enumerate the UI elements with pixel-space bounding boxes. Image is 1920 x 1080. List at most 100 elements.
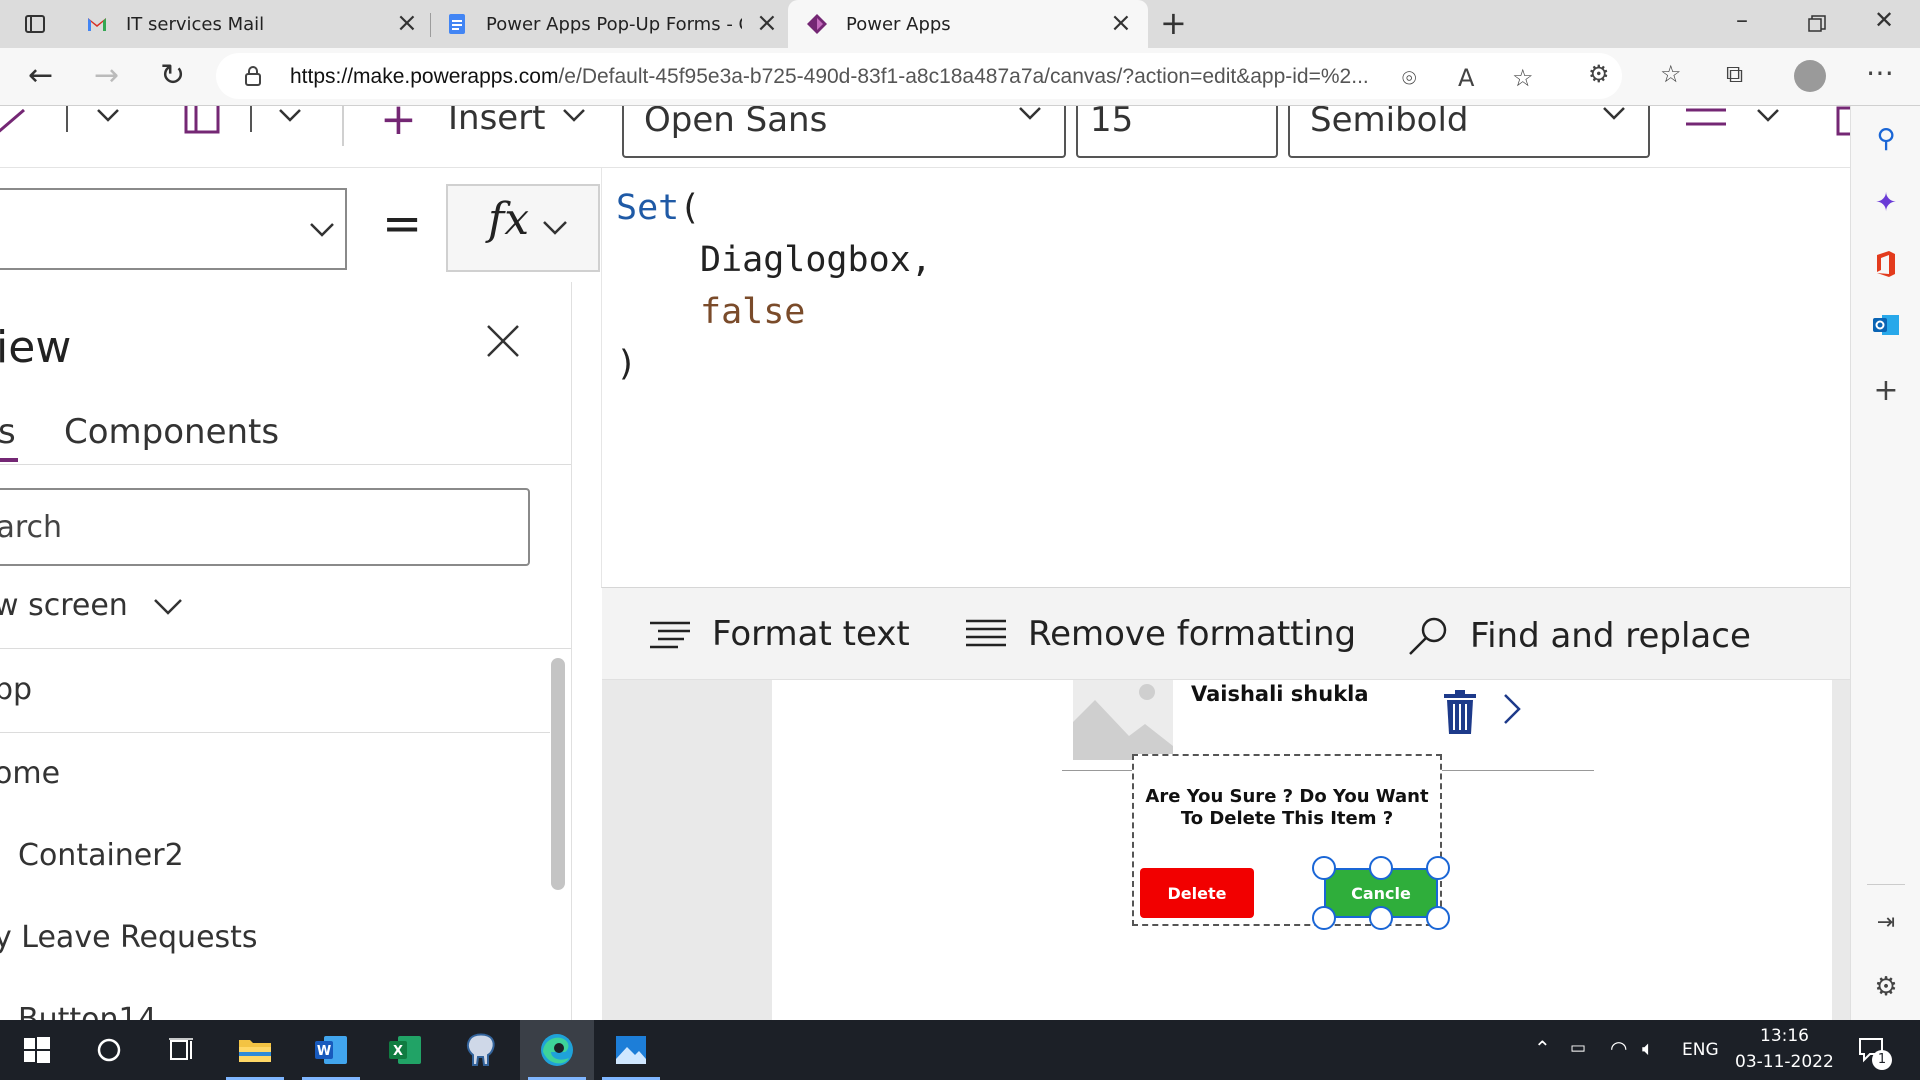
- resize-handle[interactable]: [1312, 906, 1336, 930]
- insert-button[interactable]: Insert: [448, 106, 546, 138]
- font-weight-dropdown[interactable]: Semibold: [1288, 106, 1650, 158]
- start-button[interactable]: [0, 1020, 74, 1080]
- edge-icon: [541, 1034, 573, 1066]
- more-commands-icon[interactable]: [1830, 106, 1850, 136]
- search-icon[interactable]: ⚲: [1871, 124, 1901, 154]
- edge-button[interactable]: [520, 1020, 594, 1080]
- settings-icon[interactable]: ⚙: [1871, 972, 1901, 1002]
- tab-power-apps[interactable]: Power Apps ×: [788, 0, 1148, 48]
- tree-search-input[interactable]: [0, 490, 528, 564]
- file-explorer-button[interactable]: [218, 1020, 292, 1080]
- show-hidden-icons[interactable]: ⌃: [1534, 1036, 1551, 1060]
- font-weight-value: Semibold: [1310, 106, 1469, 140]
- volume-icon[interactable]: 🔈︎: [1642, 1036, 1654, 1060]
- more-icon[interactable]: ⋯: [1866, 56, 1894, 89]
- tree-item-app[interactable]: pp: [0, 672, 32, 707]
- fx-button[interactable]: fx: [446, 184, 600, 272]
- format-text-button[interactable]: Format text: [648, 614, 910, 654]
- item-divider: [0, 732, 550, 733]
- resize-handle[interactable]: [1369, 856, 1393, 880]
- code-line-4: ): [616, 344, 638, 384]
- confirm-dialog[interactable]: Are You Sure ? Do You Want To Delete Thi…: [1132, 754, 1450, 930]
- clock-date[interactable]: 03-11-2022: [1735, 1052, 1834, 1072]
- collections-icon[interactable]: ⧉: [1726, 60, 1743, 88]
- lock-icon[interactable]: [244, 65, 262, 87]
- new-tab-icon[interactable]: +: [1160, 4, 1187, 42]
- chevron-down-icon[interactable]: [278, 108, 302, 122]
- search-button[interactable]: [72, 1020, 146, 1080]
- clock-time[interactable]: 13:16: [1760, 1026, 1809, 1046]
- folder-icon: [239, 1040, 271, 1062]
- tab-google-docs[interactable]: Power Apps Pop-Up Forms - Goo ×: [446, 0, 786, 48]
- find-replace-button[interactable]: Find and replace: [1406, 614, 1751, 658]
- tab-components[interactable]: Components: [64, 412, 279, 452]
- close-icon[interactable]: ×: [1110, 8, 1132, 38]
- back-icon[interactable]: ←: [28, 58, 53, 93]
- extensions-icon[interactable]: ⚙: [1588, 60, 1610, 88]
- task-view-button[interactable]: [144, 1020, 218, 1080]
- hide-sidebar-icon[interactable]: ⇥: [1871, 908, 1901, 938]
- profile-avatar[interactable]: [1794, 60, 1826, 92]
- refresh-icon[interactable]: ↻: [160, 58, 185, 93]
- plus-icon[interactable]: +: [380, 106, 417, 145]
- forward-icon[interactable]: →: [94, 58, 119, 93]
- postgres-button[interactable]: [444, 1020, 518, 1080]
- favorites-icon[interactable]: ☆: [1660, 60, 1682, 88]
- undo-icon[interactable]: [0, 106, 34, 136]
- tab-gmail[interactable]: IT services Mail ×: [86, 0, 426, 48]
- restore-icon[interactable]: [1808, 15, 1826, 33]
- gallery-image[interactable]: [1073, 680, 1173, 760]
- tree-item-container2[interactable]: Container2: [18, 838, 184, 873]
- minimize-icon[interactable]: –: [1736, 6, 1748, 34]
- close-icon[interactable]: ×: [396, 8, 418, 38]
- delete-button[interactable]: Delete: [1140, 868, 1254, 918]
- tree-item-leave-requests[interactable]: y Leave Requests: [0, 920, 258, 955]
- tree-item-home[interactable]: ome: [0, 756, 60, 791]
- outlook-icon[interactable]: [1871, 312, 1901, 342]
- find-replace-label: Find and replace: [1470, 616, 1751, 656]
- battery-icon[interactable]: ▭: [1570, 1038, 1586, 1058]
- chevron-down-icon[interactable]: [562, 108, 586, 122]
- formula-editor[interactable]: Set( Diaglogbox, false ): [601, 168, 1850, 588]
- formula-format-toolbar: Format text Remove formatting Find and r…: [602, 588, 1850, 680]
- url-field[interactable]: https://make.powerapps.com/e/Default-45f…: [216, 53, 1622, 99]
- tree-search-box[interactable]: [0, 488, 530, 566]
- close-icon[interactable]: [486, 324, 520, 358]
- font-size-field[interactable]: 15: [1076, 106, 1278, 158]
- office-icon[interactable]: [1871, 250, 1901, 280]
- add-icon[interactable]: +: [1871, 376, 1901, 406]
- trash-icon[interactable]: [1442, 690, 1478, 734]
- remove-formatting-button[interactable]: Remove formatting: [964, 614, 1356, 654]
- chevron-down-icon[interactable]: [1756, 108, 1780, 122]
- gallery-title[interactable]: Vaishali shukla: [1191, 682, 1369, 706]
- photos-button[interactable]: [594, 1020, 668, 1080]
- font-family-dropdown[interactable]: Open Sans: [622, 106, 1066, 158]
- screen-selector[interactable]: w screen: [0, 588, 183, 623]
- resize-handle[interactable]: [1426, 856, 1450, 880]
- property-dropdown[interactable]: [0, 188, 347, 270]
- app-screen[interactable]: Vaishali shukla Are You Sure ? Do You Wa…: [772, 680, 1832, 1020]
- remove-formatting-label: Remove formatting: [1028, 614, 1357, 654]
- resize-handle[interactable]: [1426, 906, 1450, 930]
- resize-handle[interactable]: [1312, 856, 1336, 880]
- close-icon[interactable]: ×: [756, 8, 778, 38]
- add-favorite-icon[interactable]: ☆: [1512, 64, 1534, 92]
- word-button[interactable]: W: [294, 1020, 368, 1080]
- tree-scrollbar[interactable]: [551, 658, 565, 890]
- resize-handle[interactable]: [1369, 906, 1393, 930]
- chevron-right-icon[interactable]: [1502, 692, 1522, 726]
- language-indicator[interactable]: ENG: [1682, 1040, 1719, 1060]
- tab-screens[interactable]: s: [0, 412, 16, 452]
- wifi-icon[interactable]: ◠: [1610, 1036, 1627, 1060]
- chevron-down-icon[interactable]: [96, 108, 120, 122]
- align-icon[interactable]: [1686, 106, 1726, 130]
- address-bar: ← → ↻ https://make.powerapps.com/e/Defau…: [0, 48, 1920, 106]
- copy-icon[interactable]: [182, 106, 222, 136]
- excel-button[interactable]: X: [368, 1020, 442, 1080]
- window-close-icon[interactable]: ✕: [1874, 6, 1894, 34]
- tab-actions-icon[interactable]: [24, 13, 46, 35]
- tree-item-button14[interactable]: Button14: [18, 1002, 157, 1020]
- read-aloud-icon[interactable]: A: [1458, 64, 1474, 92]
- discover-icon[interactable]: ✦: [1871, 188, 1901, 218]
- location-icon[interactable]: ⌾: [1402, 64, 1416, 92]
